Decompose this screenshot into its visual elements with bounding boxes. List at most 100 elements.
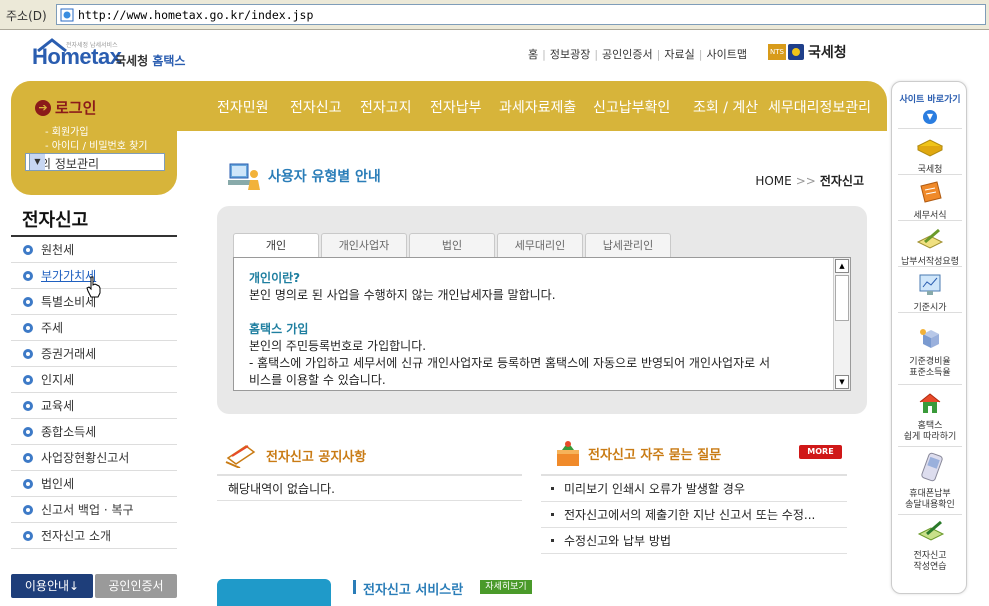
service-banner[interactable] [217, 579, 331, 606]
user-type-guide-panel: 개인 개인사업자 법인 세무대리인 납세관리인 개인이란? 본인 명의로 된 사… [217, 206, 867, 414]
section-title: 사용자 유형별 안내 [268, 169, 381, 185]
notepad-icon [225, 445, 256, 468]
shortcut-easy-guide[interactable]: 홈택스 쉽게 따라하기 [892, 390, 968, 443]
box-cube-icon [920, 329, 939, 348]
notice-header: 전자신고 공지사항 [224, 440, 524, 468]
shortcut-divider [898, 514, 962, 515]
bullet-icon [23, 244, 33, 255]
nav-item-e-notice[interactable]: 전자고지 [360, 97, 412, 117]
monitor-chart-icon [919, 274, 941, 295]
sidebar-item-liquor[interactable]: 주세 [11, 315, 177, 341]
guide-question: 개인이란? [249, 271, 301, 285]
sidebar-item-education[interactable]: 교육세 [11, 393, 177, 419]
service-detail-button[interactable]: 자세히보기 [480, 580, 532, 594]
tab-individual[interactable]: 개인 [233, 233, 319, 257]
top-link-info-plaza[interactable]: 정보광장 [550, 48, 590, 61]
shortcut-label: 휴대폰납부 송달내용확인 [905, 489, 955, 510]
nav-item-e-payment[interactable]: 전자납부 [430, 97, 482, 117]
tab-tax-administrator[interactable]: 납세관리인 [585, 233, 671, 257]
house-icon [919, 393, 941, 413]
scroll-up-icon[interactable]: ▲ [835, 259, 849, 273]
top-link-sitemap[interactable]: 사이트맵 [706, 48, 746, 61]
service-title-marker [353, 580, 356, 594]
nav-item-tax-agent[interactable]: 세무대리정보관리 [768, 97, 871, 117]
bullet-icon [23, 296, 33, 307]
shortcut-divider [898, 128, 962, 129]
faq-item-text: 수정신고와 납부 방법 [564, 534, 671, 548]
scroll-down-icon[interactable]: ▼ [835, 375, 849, 389]
breadcrumb-separator: >> [795, 174, 816, 188]
guide-answer: - 홈택스에 가입하고 세무서에 신규 개인사업자로 등록하면 홈택스에 자동으… [249, 356, 771, 370]
top-link-library[interactable]: 자료실 [664, 48, 694, 61]
login-button[interactable]: ➔ 로그인 [35, 97, 96, 118]
faq-item[interactable]: 수정신고와 납부 방법 [541, 528, 847, 554]
faq-title[interactable]: 전자신고 자주 묻는 질문 [588, 444, 721, 463]
guide-question: 홈택스 가입 [249, 322, 309, 336]
faq-item[interactable]: 미리보기 인쇄시 오류가 발생할 경우 [541, 476, 847, 502]
book-icon [916, 139, 944, 157]
shortcut-tax-forms[interactable]: 세무서식 [892, 180, 968, 222]
faq-list: 미리보기 인쇄시 오류가 발생할 경우 전자신고에서의 제출기한 지난 신고서 … [541, 476, 847, 554]
faq-item-text: 미리보기 인쇄시 오류가 발생할 경우 [564, 482, 745, 496]
page-icon [60, 8, 74, 22]
sidebar-item-withholding[interactable]: 원천세 [11, 237, 177, 263]
shortcut-expense-rate[interactable]: 기준경비율 표준소득율 [892, 326, 968, 379]
logo-korean-prefix: 국세청 [115, 54, 149, 68]
tab-individual-business[interactable]: 개인사업자 [321, 233, 407, 257]
form-icon [920, 181, 942, 203]
computer-user-icon [228, 163, 260, 190]
sidebar-item-intro[interactable]: 전자신고 소개 [11, 523, 177, 549]
service-title: 전자신고 서비스란 [363, 583, 464, 598]
nts-logo[interactable]: NTS 국세청 [768, 42, 847, 62]
tab-tax-agent[interactable]: 세무대리인 [497, 233, 583, 257]
shortcut-divider [898, 312, 962, 313]
shortcut-filing-practice[interactable]: 전자신고 작성연습 [892, 520, 968, 573]
address-input[interactable]: http://www.hometax.go.kr/index.jsp [56, 4, 986, 25]
top-link-certificate[interactable]: 공인인증서 [602, 48, 653, 61]
guide-scrollbar[interactable]: ▲ ▼ [833, 258, 850, 390]
hometax-logo[interactable]: 전자세정 납세서비스 Hometax 국세청 홈택스 [30, 38, 200, 76]
guide-text: 개인이란? 본인 명의로 된 사업을 수행하지 않는 개인납세자를 말합니다. … [249, 270, 819, 389]
sidebar-item-corporate[interactable]: 법인세 [11, 471, 177, 497]
shortcut-nts[interactable]: 국세청 [892, 134, 968, 176]
sidebar-item-income[interactable]: 종합소득세 [11, 419, 177, 445]
bullet-icon [23, 426, 33, 437]
sidebar-item-backup-restore[interactable]: 신고서 백업 · 복구 [11, 497, 177, 523]
breadcrumb-current: 전자신고 [819, 174, 864, 188]
faq-more-button[interactable]: MORE [799, 445, 842, 459]
bullet-icon [23, 504, 33, 515]
faq-item[interactable]: 전자신고에서의 제출기한 지난 신고서 또는 수정... [541, 502, 847, 528]
sidebar-item-stamp[interactable]: 인지세 [11, 367, 177, 393]
nav-item-tax-data[interactable]: 과세자료제출 [499, 97, 576, 117]
breadcrumb-home[interactable]: HOME [755, 174, 791, 188]
nts-emblem-icon [788, 44, 804, 60]
sidebar-item-business-status[interactable]: 사업장현황신고서 [11, 445, 177, 471]
notice-title[interactable]: 전자신고 공지사항 [266, 446, 366, 465]
usage-guide-button[interactable]: 이용안내↓ [11, 574, 93, 598]
nav-item-e-civil[interactable]: 전자민원 [217, 97, 269, 117]
sidebar-item-label: 증권거래세 [41, 347, 97, 361]
certificate-button[interactable]: 공인인증서 [95, 574, 177, 598]
scroll-thumb[interactable] [835, 275, 849, 321]
bullet-icon [23, 270, 33, 281]
chevron-down-icon[interactable]: ▼ [923, 110, 937, 124]
shortcut-divider [898, 220, 962, 221]
shortcut-standard-price[interactable]: 기준시가 [892, 272, 968, 314]
signup-link[interactable]: - 회원가입 [45, 123, 89, 138]
shortcut-mobile-payment[interactable]: 휴대폰납부 송달내용확인 [892, 452, 968, 511]
tab-corporation[interactable]: 법인 [409, 233, 495, 257]
bullet-icon [23, 322, 33, 333]
nav-item-e-filing[interactable]: 전자신고 [290, 97, 342, 117]
sidebar-item-securities[interactable]: 증권거래세 [11, 341, 177, 367]
logo-korean-name: 홈택스 [152, 54, 186, 68]
top-link-home[interactable]: 홈 [528, 48, 538, 61]
notice-divider [217, 500, 522, 501]
my-info-select[interactable]: 나의 정보관리 ▼ [25, 153, 165, 171]
nav-item-filing-check[interactable]: 신고납부확인 [593, 97, 670, 117]
bullet-icon [551, 539, 554, 542]
find-id-password-link[interactable]: - 아이디 / 비밀번호 찾기 [45, 137, 148, 152]
nav-item-lookup-calc[interactable]: 조회 / 계산 [693, 97, 758, 117]
mobile-phone-icon [921, 452, 943, 482]
guide-answer: 본인 명의로 된 사업을 수행하지 않는 개인납세자를 말합니다. [249, 288, 556, 302]
shortcut-payment-guide[interactable]: 납부서작성요령 [892, 226, 968, 268]
